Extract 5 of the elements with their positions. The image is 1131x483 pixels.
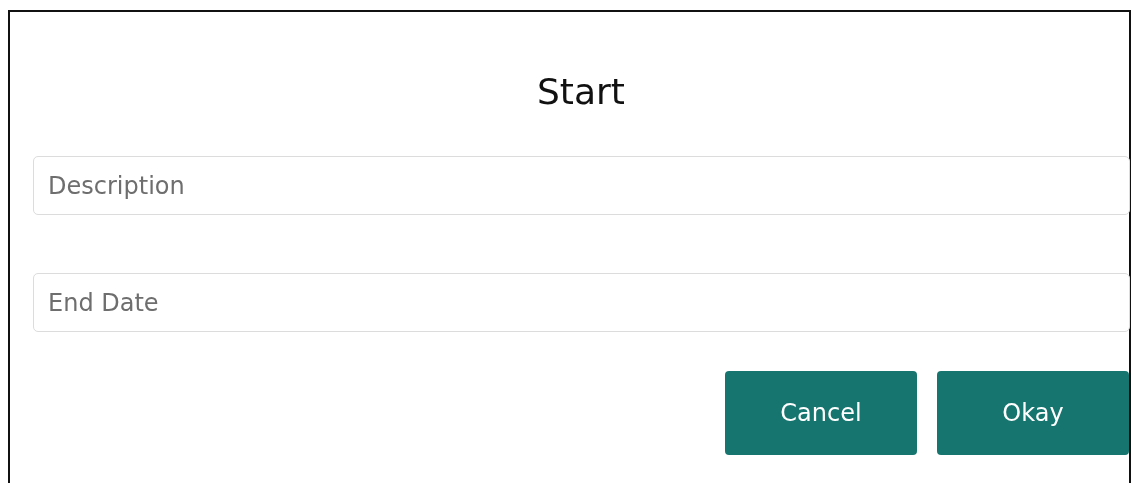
cancel-button[interactable]: Cancel xyxy=(725,371,917,455)
input-field[interactable]: Description xyxy=(33,156,1130,215)
input-field[interactable]: End Date xyxy=(33,273,1130,332)
dialog-title: Start xyxy=(536,70,626,114)
okay-button[interactable]: Okay xyxy=(937,371,1129,455)
